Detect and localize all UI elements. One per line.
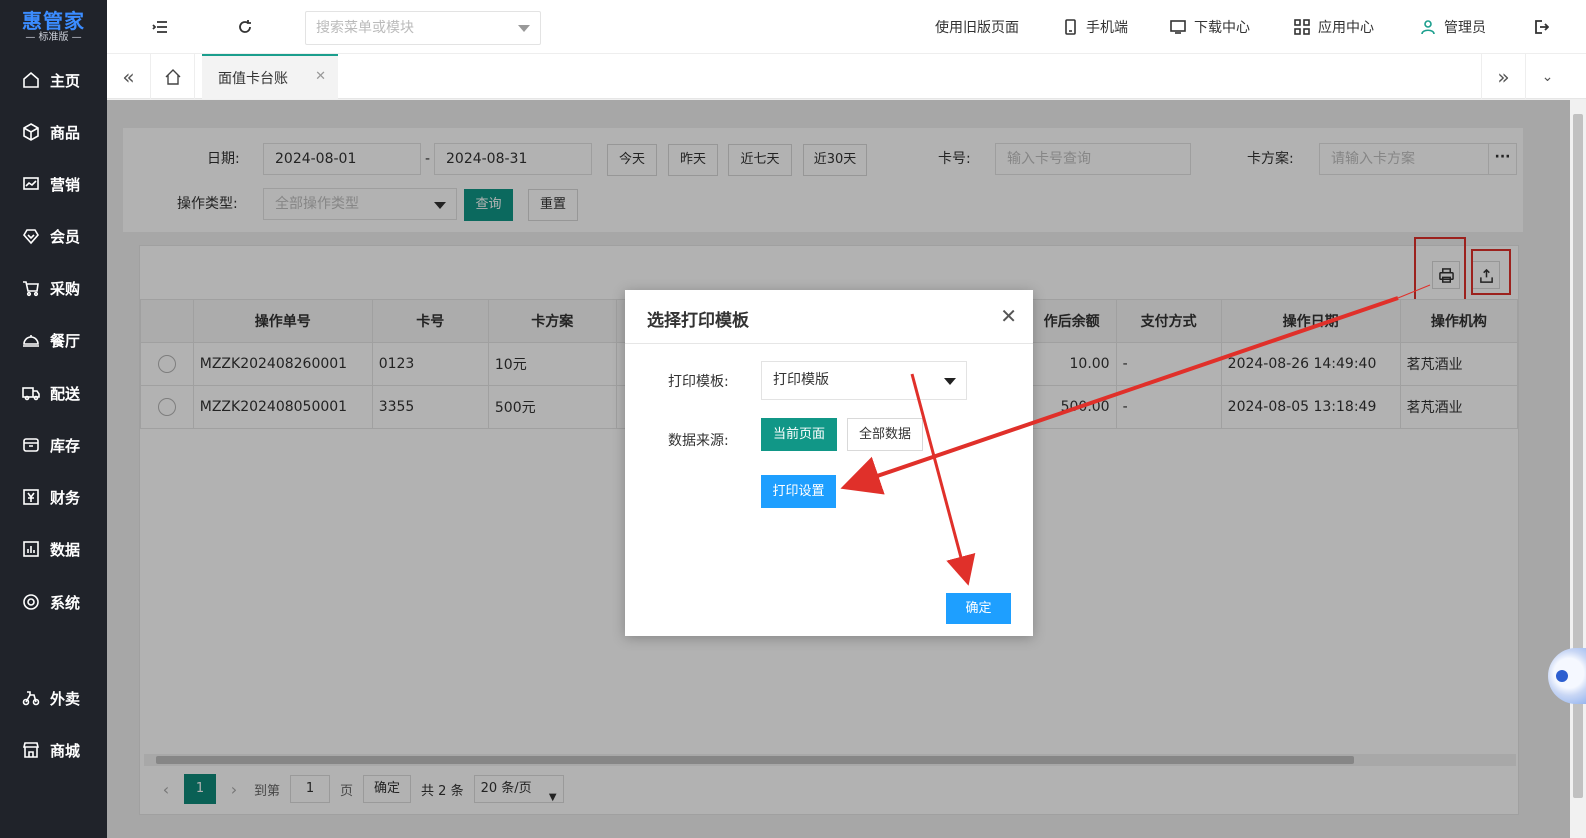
- download-center-label: 下载中心: [1194, 20, 1250, 36]
- sidebar-item-label: 财务: [50, 488, 81, 507]
- dialog-divider: [625, 343, 1033, 344]
- mobile-icon: [1065, 19, 1076, 35]
- settings-icon: [22, 593, 40, 611]
- apps-icon: [1294, 19, 1310, 35]
- cart-icon: [22, 279, 40, 297]
- template-select[interactable]: 打印模版: [761, 361, 967, 400]
- sidebar-item-label: 库存: [50, 436, 81, 455]
- user-name: 管理员: [1444, 20, 1486, 36]
- box-icon: [22, 123, 40, 141]
- sidebar-item-label: 配送: [50, 384, 81, 403]
- sidebar-item-label: 数据: [50, 540, 81, 559]
- logout-icon[interactable]: [1531, 17, 1551, 37]
- chevron-down-icon: [944, 378, 956, 385]
- data-source-label: 数据来源:: [668, 433, 729, 449]
- user-icon: [1421, 20, 1435, 35]
- tabs-scroll-right-icon[interactable]: »: [1481, 54, 1525, 99]
- print-settings-button[interactable]: 打印设置: [761, 475, 836, 508]
- old-page-link[interactable]: 使用旧版页面: [935, 17, 1019, 37]
- store-icon: [22, 741, 40, 759]
- sidebar-item-data[interactable]: 数据: [0, 529, 107, 569]
- template-value: 打印模版: [773, 372, 829, 388]
- sidebar-item-label: 商品: [50, 123, 81, 142]
- sidebar-item-inventory[interactable]: 库存: [0, 425, 107, 465]
- sidebar-item-home[interactable]: 主页: [0, 60, 107, 100]
- refresh-icon[interactable]: [235, 17, 255, 37]
- home-tab-icon[interactable]: [151, 54, 195, 99]
- sidebar-item-finance[interactable]: 财务: [0, 477, 107, 517]
- mobile-link[interactable]: 手机端: [1062, 17, 1128, 37]
- all-data-button[interactable]: 全部数据: [847, 418, 923, 451]
- sidebar-item-marketing[interactable]: 营销: [0, 164, 107, 204]
- diamond-icon: [22, 227, 40, 245]
- yen-icon: [22, 488, 40, 506]
- warehouse-icon: [22, 436, 40, 454]
- user-menu[interactable]: 管理员: [1420, 17, 1486, 37]
- tabs-dropdown-icon[interactable]: ⌄: [1525, 54, 1569, 99]
- dialog-title: 选择打印模板: [647, 311, 749, 331]
- sidebar-item-system[interactable]: 系统: [0, 582, 107, 622]
- sidebar-item-purchase[interactable]: 采购: [0, 268, 107, 308]
- print-template-dialog: 选择打印模板 ✕ 打印模板: 打印模版 数据来源: 当前页面 全部数据 打印设置…: [625, 290, 1033, 636]
- menu-toggle-icon[interactable]: [150, 17, 170, 37]
- app-logo[interactable]: 惠管家 — 标准版 —: [0, 0, 107, 54]
- sidebar-item-label: 主页: [50, 71, 81, 90]
- home-icon: [22, 71, 40, 89]
- cloche-icon: [22, 331, 40, 349]
- sidebar-item-label: 商城: [50, 741, 81, 760]
- close-icon[interactable]: ✕: [1000, 304, 1017, 328]
- old-page-label: 使用旧版页面: [935, 20, 1019, 36]
- current-page-button[interactable]: 当前页面: [761, 418, 837, 451]
- logo-title: 惠管家: [22, 9, 85, 33]
- sidebar-item-label: 系统: [50, 593, 81, 612]
- mobile-label: 手机端: [1086, 20, 1128, 36]
- sidebar-item-member[interactable]: 会员: [0, 216, 107, 256]
- sidebar-item-label: 营销: [50, 175, 81, 194]
- logo-subtitle: — 标准版 —: [25, 32, 82, 43]
- tabs-scroll-left-icon[interactable]: «: [107, 54, 151, 99]
- close-tab-icon[interactable]: ✕: [315, 69, 326, 84]
- monitor-icon: [1170, 20, 1186, 34]
- mascot-eye: [1556, 670, 1568, 682]
- sidebar-item-takeaway[interactable]: 外卖: [0, 678, 107, 718]
- sidebar-item-delivery[interactable]: 配送: [0, 373, 107, 413]
- tab-card-ledger[interactable]: 面值卡台账 ✕: [202, 54, 338, 99]
- search-placeholder: 搜索菜单或模块: [316, 20, 414, 36]
- sidebar-item-mall[interactable]: 商城: [0, 730, 107, 770]
- sidebar-item-restaurant[interactable]: 餐厅: [0, 320, 107, 360]
- sidebar-item-goods[interactable]: 商品: [0, 112, 107, 152]
- app-center-label: 应用中心: [1318, 20, 1374, 36]
- vertical-scrollbar[interactable]: [1570, 100, 1586, 838]
- sidebar-item-label: 外卖: [50, 689, 81, 708]
- sidebar: 惠管家 — 标准版 — 主页 商品 营销 会员 采购 餐厅 配送 库存 财务 数…: [0, 0, 107, 838]
- confirm-button[interactable]: 确定: [946, 593, 1011, 624]
- data-icon: [22, 540, 40, 558]
- chevron-down-icon: [518, 25, 530, 32]
- app-center-link[interactable]: 应用中心: [1294, 17, 1374, 37]
- sidebar-item-label: 会员: [50, 227, 81, 246]
- sidebar-item-label: 采购: [50, 279, 81, 298]
- top-bar: 搜索菜单或模块 使用旧版页面 手机端 下载中心 应用中心 管理员: [107, 0, 1586, 54]
- sidebar-item-label: 餐厅: [50, 331, 81, 350]
- delivery-icon: [22, 689, 40, 707]
- truck-icon: [22, 384, 40, 402]
- tab-bar: « 面值卡台账 ✕ » ⌄: [107, 54, 1586, 99]
- tab-label: 面值卡台账: [218, 70, 288, 87]
- search-input[interactable]: 搜索菜单或模块: [305, 11, 541, 45]
- download-center-link[interactable]: 下载中心: [1170, 17, 1250, 37]
- chart-icon: [22, 175, 40, 193]
- template-label: 打印模板:: [668, 374, 729, 390]
